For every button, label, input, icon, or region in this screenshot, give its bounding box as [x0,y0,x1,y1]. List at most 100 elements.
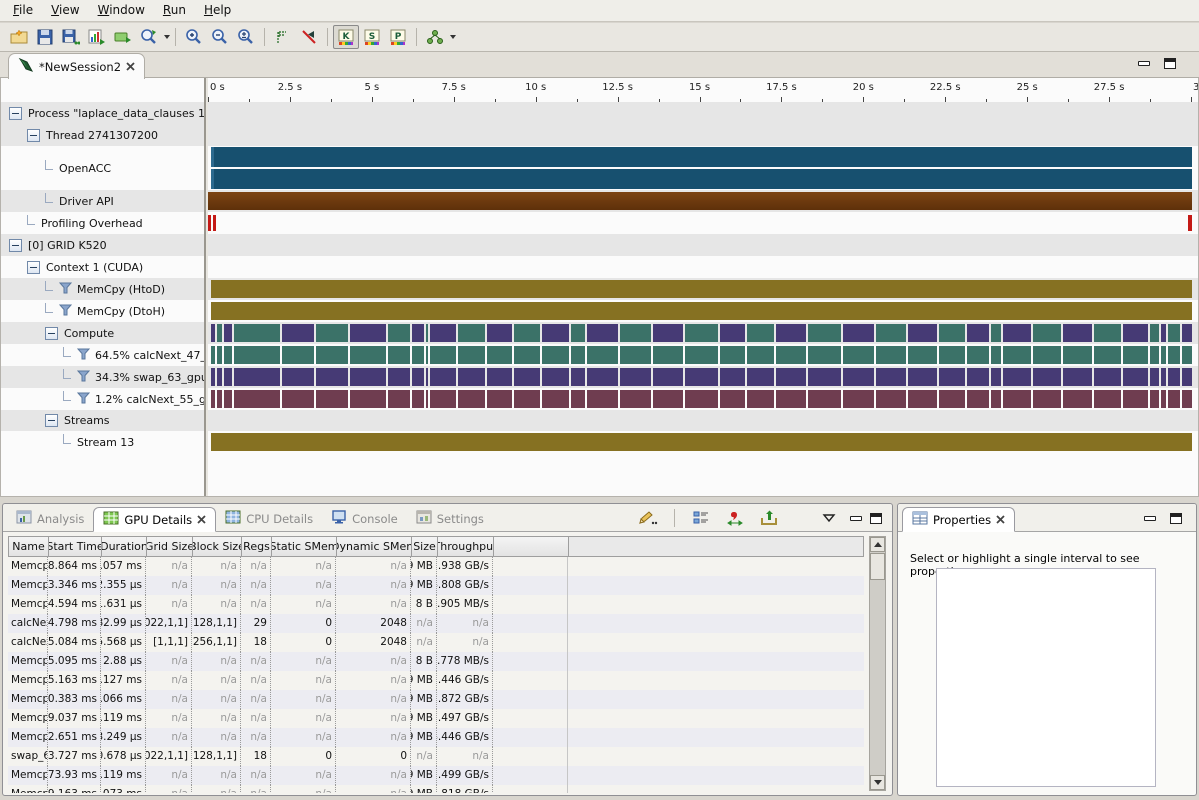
timeline-interval[interactable] [1168,346,1180,364]
timeline-interval[interactable] [282,346,314,364]
timeline-interval[interactable] [908,324,937,342]
timeline-interval[interactable] [967,346,989,364]
timeline-interval[interactable] [487,368,513,386]
table-row[interactable]: Memcpy179.163 ms1.073 msn/an/an/an/an/a9… [8,785,864,793]
timeline-interval[interactable] [430,390,457,408]
table-row[interactable]: Memcpy153.346 ms62.355 µsn/an/an/an/an/a… [8,576,864,595]
timeline-row-streams[interactable]: Streams [1,410,1199,431]
timeline-interval[interactable] [316,390,348,408]
timeline-interval[interactable] [514,324,540,342]
export-button[interactable] [756,506,782,530]
timeline-interval[interactable] [620,324,652,342]
timeline-interval[interactable] [939,346,966,364]
timeline-interval[interactable] [217,324,222,342]
filter-icon[interactable] [77,348,90,363]
timeline-interval[interactable] [1033,390,1062,408]
timeline-interval[interactable] [843,390,875,408]
close-icon[interactable] [197,515,206,524]
timeline-row-memcpy-dtoh[interactable]: MemCpy (DtoH) [1,300,1199,322]
timeline-interval[interactable] [388,324,411,342]
timeline-interval[interactable] [350,346,386,364]
overhead-mark[interactable] [1188,215,1192,231]
marker-next-button[interactable] [270,25,296,49]
timeline-interval[interactable] [1161,346,1165,364]
timeline-interval[interactable] [316,346,348,364]
openacc-interval-bar[interactable] [211,169,1192,189]
timeline-interval[interactable] [620,390,652,408]
timeline-interval[interactable] [1182,368,1192,386]
timeline-interval[interactable] [876,368,906,386]
timeline-interval[interactable] [1150,324,1159,342]
timeline-interval[interactable] [412,346,423,364]
timeline-row-thread[interactable]: Thread 2741307200 [1,124,1199,146]
collapse-icon[interactable] [9,107,22,120]
tree-item-memcpy-dtoh[interactable]: MemCpy (DtoH) [1,300,204,322]
timeline-row-memcpy-htod[interactable]: MemCpy (HtoD) [1,278,1199,300]
filter-icon[interactable] [77,370,90,385]
timeline-interval[interactable] [487,324,513,342]
column-header-duration[interactable]: Duration [102,537,147,556]
overhead-mark[interactable] [213,215,216,231]
tree-item-process[interactable]: Process "laplace_data_clauses 10... [1,102,204,124]
timeline-interval[interactable] [720,324,746,342]
timeline-interval[interactable] [908,368,937,386]
tree-item-streams[interactable]: Streams [1,410,204,431]
session-tab[interactable]: *NewSession2 [8,53,145,79]
timeline-interval[interactable] [991,324,1001,342]
timeline-interval[interactable] [991,368,1001,386]
timeline-interval[interactable] [1094,346,1121,364]
timeline-interval[interactable] [514,368,540,386]
column-header-filler[interactable] [494,537,569,556]
timeline-row-kernel-calcnext55[interactable]: 1.2% calcNext_55_g... [1,388,1199,410]
tree-plot-divider[interactable] [204,78,208,496]
timeline-interval[interactable] [967,390,989,408]
timeline-interval[interactable] [1123,324,1149,342]
timeline-interval[interactable] [234,346,280,364]
timeline-interval[interactable] [1033,324,1062,342]
timeline-interval[interactable] [1150,390,1159,408]
timeline-interval[interactable] [747,390,774,408]
timeline-interval[interactable] [350,390,386,408]
tab-settings[interactable]: Settings [407,506,493,531]
maximize-icon[interactable] [1164,58,1176,69]
column-header-size[interactable]: Size [412,537,438,556]
timeline-interval[interactable] [747,346,774,364]
minimize-icon[interactable] [1144,516,1156,521]
timeline-interval[interactable] [1063,324,1092,342]
close-icon[interactable] [126,62,135,71]
column-header-block-size[interactable]: Block Size [193,537,242,556]
timeline-interval[interactable] [430,368,457,386]
timeline-row-profiling-overhead[interactable]: Profiling Overhead [1,212,1199,234]
timeline-interval[interactable] [211,368,215,386]
timeline-interval[interactable] [412,368,423,386]
timeline-interval[interactable] [939,368,966,386]
timeline-interval[interactable] [620,346,652,364]
timeline-interval[interactable] [1003,368,1031,386]
filter-icon[interactable] [77,392,90,407]
column-header-start-time[interactable]: Start Time [49,537,102,556]
table-row[interactable]: calcNext155.084 ms5.568 µs[1,1,1][256,1,… [8,633,864,652]
timeline-interval[interactable] [720,390,746,408]
table-row[interactable]: calcNext154.798 ms282.99 µs[1022,1,1][12… [8,614,864,633]
timeline-interval[interactable] [1150,346,1159,364]
timeline-interval[interactable] [571,324,585,342]
analysis-button[interactable] [422,25,448,49]
tab-analysis[interactable]: Analysis [7,506,93,531]
tree-item-memcpy-htod[interactable]: MemCpy (HtoD) [1,278,204,300]
timeline-interval[interactable] [458,324,485,342]
timeline-interval[interactable] [430,346,457,364]
tree-item-thread[interactable]: Thread 2741307200 [1,124,204,146]
timeline-interval[interactable] [908,346,937,364]
stream-colors-button[interactable]: S [359,25,385,49]
timeline-interval[interactable] [542,324,569,342]
timeline-interval[interactable] [1003,324,1031,342]
timeline-interval[interactable] [1182,390,1192,408]
menu-view[interactable]: View [42,0,88,21]
zoom-lens-button[interactable] [136,25,162,49]
minimize-icon[interactable] [1138,61,1150,66]
timeline-interval[interactable] [1033,368,1062,386]
save-button[interactable] [32,25,58,49]
timeline-interval[interactable] [587,390,618,408]
tab-gpu-details[interactable]: GPU Details [93,507,216,532]
timeline-interval[interactable] [843,324,875,342]
